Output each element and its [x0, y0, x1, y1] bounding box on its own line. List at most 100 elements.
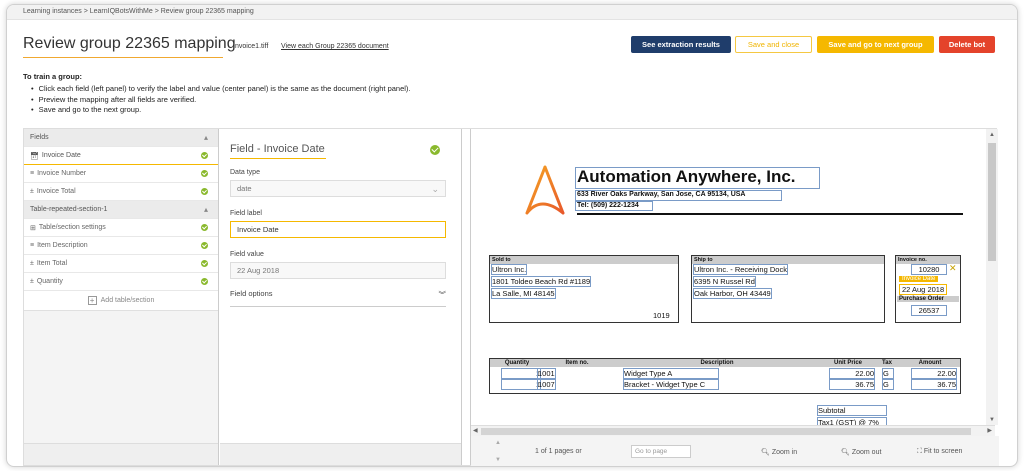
field-label-input[interactable]: Invoice Date — [230, 221, 446, 238]
instructions: To train a group: Click each field (left… — [23, 72, 411, 116]
field-highlight[interactable] — [575, 190, 782, 201]
zoom-in-label: Zoom in — [771, 449, 798, 456]
zoom-out-icon: 🔍︎ — [841, 449, 850, 456]
page-count: 1 of 1 pages or — [535, 448, 582, 455]
field-options-toggle[interactable]: Field options ︾ — [230, 289, 446, 307]
zoom-in-button[interactable]: 🔍︎ Zoom in — [761, 448, 797, 456]
row-amount[interactable]: 22.00 — [911, 368, 957, 379]
subtotal-label[interactable]: Subtotal — [817, 405, 887, 416]
invoice-date-tag: Invoice Date — [899, 276, 939, 282]
field-detail-title: Field - Invoice Date — [230, 143, 325, 155]
double-chevron-down-icon: ︾ — [438, 290, 447, 299]
data-type-select[interactable]: date ⌄ — [230, 180, 446, 197]
field-item-invoice-number[interactable]: ≡ Invoice Number — [24, 165, 218, 183]
field-value-input[interactable]: 22 Aug 2018 — [230, 262, 446, 279]
table-section-header[interactable]: Table-repeated-section-1 ▴ — [24, 201, 218, 219]
sold-to-number: 1019 — [653, 311, 670, 320]
check-icon — [201, 170, 208, 177]
scroll-right-icon[interactable]: ▶ — [987, 427, 992, 434]
add-table-section-button[interactable]: + Add table/section — [24, 291, 218, 311]
row-price[interactable]: 22.00 — [829, 368, 875, 379]
table-item-total[interactable]: ± Item Total — [24, 255, 218, 273]
table-item-description[interactable]: ≡ Item Description — [24, 237, 218, 255]
number-icon: ± — [30, 278, 34, 285]
row-amount[interactable]: 36.75 — [911, 379, 957, 390]
delete-bot-button[interactable]: Delete bot — [939, 36, 995, 53]
row-description[interactable]: Bracket - Widget Type C — [623, 379, 719, 390]
fit-screen-icon: ⛶ — [917, 448, 922, 455]
scroll-thumb[interactable] — [481, 428, 971, 435]
row-item[interactable]: 1007 — [537, 379, 556, 390]
row-item[interactable]: 1001 — [537, 368, 556, 379]
fit-to-screen-button[interactable]: ⛶ Fit to screen — [917, 448, 962, 456]
text-icon: ≡ — [30, 242, 35, 249]
table-item-settings[interactable]: ⊞ Table/section settings — [24, 219, 218, 237]
page-down-icon[interactable]: ▼ — [495, 457, 501, 463]
header-divider — [577, 213, 963, 215]
instructions-list: Click each field (left panel) to verify … — [23, 84, 411, 116]
collapse-icon[interactable]: ▴ — [204, 133, 208, 142]
scroll-down-icon[interactable]: ▼ — [989, 417, 995, 423]
row-qty[interactable]: 1 — [501, 368, 541, 379]
zoom-out-button[interactable]: 🔍︎ Zoom out — [841, 448, 881, 456]
collapse-icon[interactable]: ▴ — [204, 205, 208, 214]
field-item-invoice-total[interactable]: ± Invoice Total — [24, 183, 218, 201]
page-up-icon[interactable]: ▲ — [495, 440, 501, 446]
title-underline — [23, 57, 223, 58]
zoom-in-icon: 🔍︎ — [761, 449, 770, 456]
add-table-label: Add table/section — [100, 297, 155, 304]
save-and-next-group-button[interactable]: Save and go to next group — [817, 36, 934, 53]
number-icon: ± — [30, 260, 34, 267]
breadcrumb-text[interactable]: Learning instances > LearnIQBotsWithMe >… — [23, 8, 254, 15]
check-icon — [201, 152, 208, 159]
table-item-quantity[interactable]: ± Quantity — [24, 273, 218, 291]
invoice-date-value[interactable]: 22 Aug 2018 — [899, 284, 948, 295]
number-icon: ± — [30, 188, 34, 195]
ship-to-line[interactable]: 6395 N Russel Rd — [693, 276, 756, 287]
ship-to-header: Ship to — [692, 256, 884, 264]
breadcrumb: Learning instances > LearnIQBotsWithMe >… — [7, 5, 1017, 20]
vertical-scrollbar[interactable]: ▲ ▼ — [986, 129, 998, 425]
row-tax[interactable]: G — [882, 368, 894, 379]
check-icon — [201, 224, 208, 231]
scroll-left-icon[interactable]: ◀ — [473, 427, 478, 434]
table-item-label: Item Total — [36, 260, 68, 267]
check-icon — [201, 242, 208, 249]
page-title: Review group 22365 mapping — [23, 35, 236, 52]
see-extraction-results-button[interactable]: See extraction results — [631, 36, 731, 53]
tax-line-label[interactable]: Tax1 (GST) @ 7% — [817, 417, 887, 425]
purchase-order-value[interactable]: 26537 — [911, 305, 947, 316]
ship-to-line[interactable]: Oak Harbor, OH 43449 — [693, 288, 772, 299]
scroll-thumb[interactable] — [988, 143, 996, 261]
horizontal-scrollbar[interactable]: ◀ ▶ — [471, 425, 995, 436]
go-to-page-input[interactable]: Go to page — [631, 445, 691, 458]
fields-header-label: Fields — [30, 134, 49, 141]
sold-to-line[interactable]: La Salle, MI 48145 — [491, 288, 556, 299]
fields-panel-footer — [24, 443, 218, 465]
instruction-step: Save and go to the next group. — [31, 105, 411, 116]
sold-to-line[interactable]: 1801 Toldeo Beach Rd #1189 — [491, 276, 592, 287]
invoice-number-value[interactable]: 10280 — [911, 264, 947, 275]
ship-to-line[interactable]: Ultron Inc. - Receiving Dock — [693, 264, 788, 275]
row-qty[interactable]: 1 — [501, 379, 541, 390]
sold-to-line[interactable]: Ultron Inc. — [491, 264, 528, 275]
check-icon — [201, 278, 208, 285]
close-icon[interactable]: ✕ — [949, 263, 957, 274]
row-description[interactable]: Widget Type A — [623, 368, 719, 379]
instruction-step: Click each field (left panel) to verify … — [31, 84, 411, 95]
save-and-close-button[interactable]: Save and close — [735, 36, 812, 53]
field-highlight[interactable] — [575, 201, 653, 211]
fields-section-header[interactable]: Fields ▴ — [24, 129, 218, 147]
scroll-up-icon[interactable]: ▲ — [989, 132, 995, 138]
col-amount: Amount — [918, 360, 942, 366]
row-price[interactable]: 36.75 — [829, 379, 875, 390]
col-tax: Tax — [882, 360, 892, 366]
row-tax[interactable]: G — [882, 379, 894, 390]
data-type-value: date — [237, 184, 252, 193]
calendar-icon: 📅︎ — [30, 152, 39, 160]
field-options-label: Field options — [230, 289, 273, 298]
view-documents-link[interactable]: View each Group 22365 document — [281, 43, 389, 50]
field-highlight[interactable] — [575, 167, 820, 189]
field-item-invoice-date[interactable]: 📅︎ Invoice Date — [24, 147, 218, 165]
table-header-label: Table-repeated-section-1 — [30, 206, 108, 213]
